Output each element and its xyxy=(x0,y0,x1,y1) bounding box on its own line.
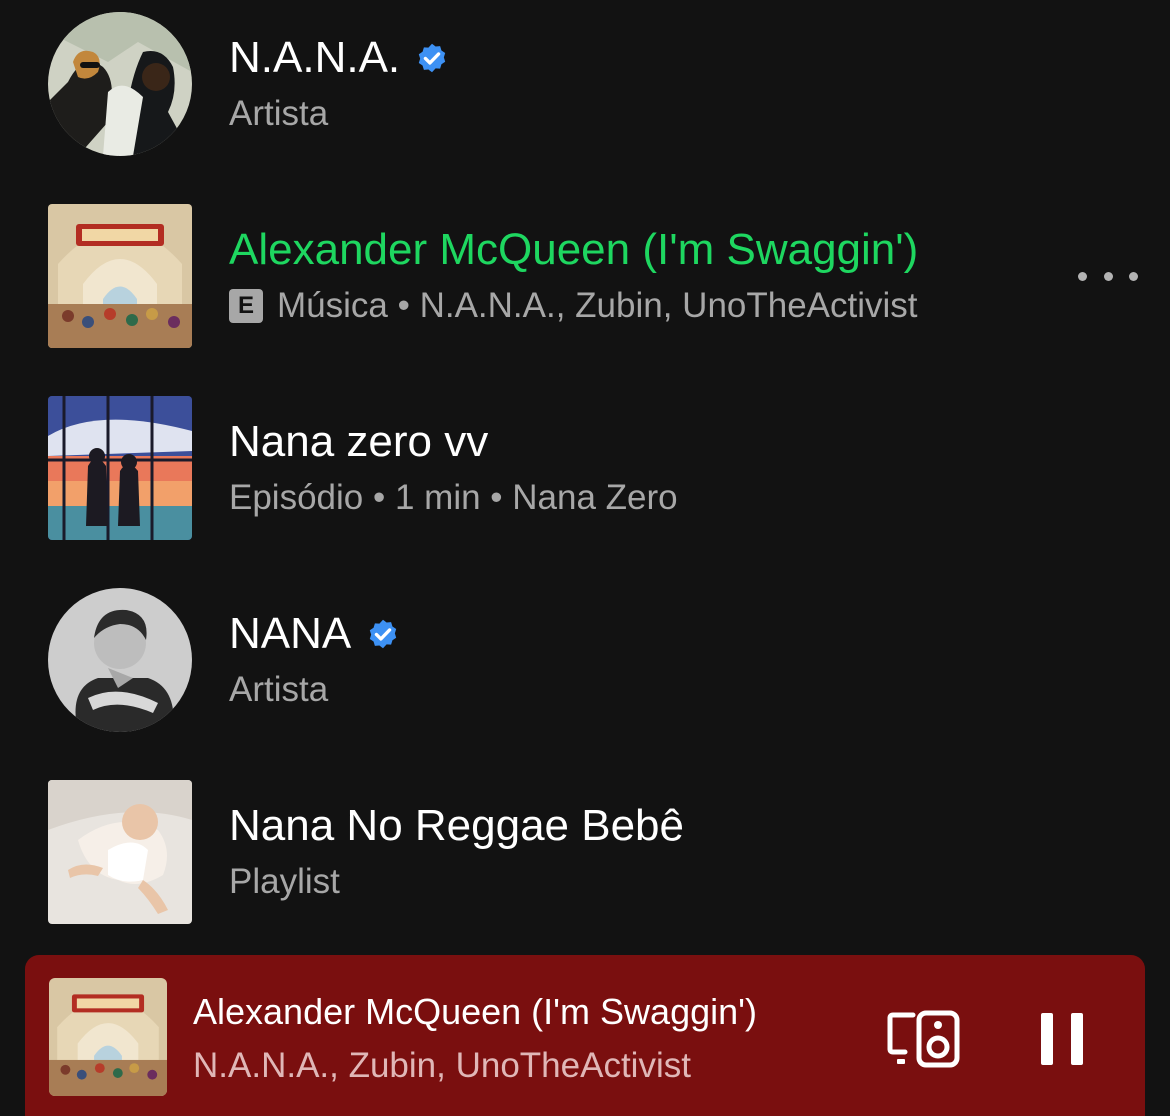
result-subtitle: Artista xyxy=(229,94,329,133)
result-title-text: N.A.N.A. xyxy=(229,33,401,82)
result-type: Música xyxy=(277,286,388,325)
result-artists: N.A.N.A., Zubin, UnoTheActivist xyxy=(419,286,918,325)
verified-badge-icon xyxy=(418,43,446,73)
search-result-artist-nana-2[interactable]: NANA Artista xyxy=(48,588,1138,732)
artist-thumbnail xyxy=(48,12,192,156)
now-playing-artists: N.A.N.A., Zubin, UnoTheActivist xyxy=(193,1046,691,1085)
more-options-icon[interactable] xyxy=(1078,256,1138,296)
result-title: Nana zero vv xyxy=(229,417,489,466)
result-duration: 1 min xyxy=(394,478,481,517)
result-show: Nana Zero xyxy=(512,478,678,517)
verified-badge-icon xyxy=(370,619,397,649)
pause-icon[interactable] xyxy=(1039,1011,1085,1067)
result-subtitle: E Música • N.A.N.A., Zubin, UnoTheActivi… xyxy=(229,284,918,328)
result-title: N.A.N.A. xyxy=(229,32,450,84)
result-type: Episódio xyxy=(229,478,364,517)
separator: • xyxy=(387,286,420,325)
result-text: Nana zero vv Episódio • 1 min • Nana Zer… xyxy=(229,416,678,520)
search-result-playlist-nana-no-reggae[interactable]: Nana No Reggae Bebê Playlist xyxy=(48,780,1138,924)
now-playing-title: Alexander McQueen (I'm Swaggin') xyxy=(193,991,757,1032)
explicit-badge: E xyxy=(229,289,263,323)
search-result-episode-nana-zero[interactable]: Nana zero vv Episódio • 1 min • Nana Zer… xyxy=(48,396,1138,540)
result-subtitle: Artista xyxy=(229,670,329,709)
result-text: Alexander McQueen (I'm Swaggin') E Músic… xyxy=(229,224,918,328)
result-subtitle: Episódio • 1 min • Nana Zero xyxy=(229,476,678,520)
playlist-thumbnail xyxy=(48,780,192,924)
search-results-screen: N.A.N.A. Artista Alexander McQueen (I'm … xyxy=(0,0,1170,1116)
separator: • xyxy=(480,478,513,517)
connect-device-icon[interactable] xyxy=(887,1009,961,1069)
now-playing-bar[interactable]: Alexander McQueen (I'm Swaggin') N.A.N.A… xyxy=(25,955,1145,1116)
result-text: N.A.N.A. Artista xyxy=(229,32,450,136)
episode-thumbnail xyxy=(48,396,192,540)
now-playing-album-art xyxy=(49,978,167,1096)
artist-thumbnail xyxy=(48,588,192,732)
now-playing-text: Alexander McQueen (I'm Swaggin') N.A.N.A… xyxy=(193,991,757,1087)
result-text: NANA Artista xyxy=(229,608,401,712)
result-title: Nana No Reggae Bebê xyxy=(229,801,684,850)
search-result-track-alexander-mcqueen[interactable]: Alexander McQueen (I'm Swaggin') E Músic… xyxy=(48,204,1138,348)
album-thumbnail xyxy=(48,204,192,348)
result-title: NANA xyxy=(229,608,401,660)
result-text: Nana No Reggae Bebê Playlist xyxy=(229,800,684,904)
separator: • xyxy=(363,478,395,517)
search-result-artist-nana[interactable]: N.A.N.A. Artista xyxy=(48,12,1138,156)
result-subtitle: Playlist xyxy=(229,862,340,901)
result-title: Alexander McQueen (I'm Swaggin') xyxy=(229,225,919,274)
result-title-text: NANA xyxy=(229,609,352,658)
